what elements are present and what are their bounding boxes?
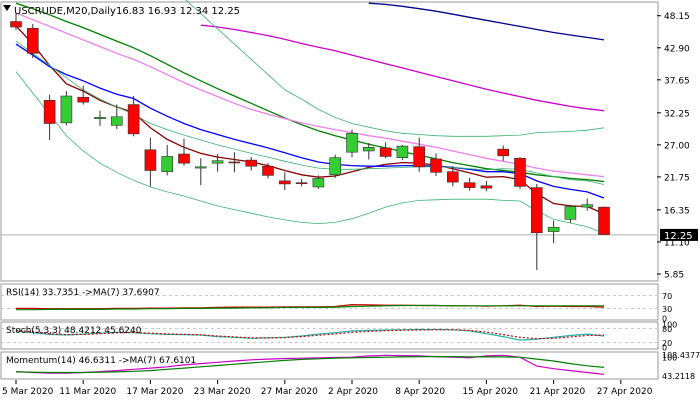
bull-candle-body — [564, 206, 577, 220]
price-chart: 48.1542.9037.6532.2527.0021.7516.3511.10… — [0, 0, 700, 400]
bear-candle-body — [598, 206, 610, 235]
bull-candle-body — [329, 157, 342, 176]
stoch-label: Stoch(5,3,3) 48.4212 45.6240 — [6, 326, 142, 336]
bear-candle-body — [178, 153, 190, 164]
x-tick-label: 2 Apr 2020 — [328, 387, 378, 397]
ohlc-readout: 16.83 16.93 12.34 12.25 — [116, 6, 240, 17]
rsi-label: RSI(14) 33.7351 ->MA(7) 37.6907 — [6, 288, 160, 298]
rsi-tick-label: 70 — [662, 292, 672, 301]
bear-candle-body — [262, 165, 274, 176]
x-tick-label: 27 Mar 2020 — [261, 387, 318, 397]
y-tick-label: 5.85 — [664, 270, 684, 280]
bear-candle-body — [480, 185, 493, 189]
bear-candle-body — [228, 161, 241, 164]
bull-candle-body — [94, 117, 106, 119]
bear-candle-body — [514, 157, 526, 187]
chart-title: USCRUDE,M20,Daily — [14, 6, 116, 17]
bear-candle-body — [446, 171, 459, 183]
y-tick-label: 32.25 — [664, 109, 690, 119]
rsi-tick-label: 30 — [662, 305, 672, 314]
x-tick-label: 11 Mar 2020 — [59, 387, 116, 397]
bull-candle-body — [60, 95, 73, 124]
x-tick-label: 5 Mar 2020 — [2, 387, 54, 397]
y-tick-label: 42.90 — [664, 44, 690, 54]
bear-candle-body — [127, 104, 140, 135]
x-tick-label: 21 Apr 2020 — [530, 387, 586, 397]
momentum-tick-label: 43.2118 — [662, 372, 695, 381]
bear-candle-body — [463, 182, 476, 188]
momentum-tick-label: 100 — [662, 354, 677, 363]
momentum-label: Momentum(14) 46.6311 ->MA(7) 67.6101 — [6, 356, 196, 366]
bull-candle-body — [161, 156, 173, 173]
bull-candle-body — [362, 146, 375, 152]
x-tick-label: 15 Apr 2020 — [462, 387, 518, 397]
y-tick-label: 48.15 — [664, 12, 690, 22]
y-tick-label: 16.35 — [664, 206, 690, 216]
bull-candle-body — [211, 160, 224, 164]
bull-candle-body — [396, 145, 409, 158]
bear-candle-body — [10, 21, 22, 28]
y-tick-label: 37.65 — [664, 76, 690, 86]
bull-candle-body — [195, 166, 207, 169]
candle — [396, 144, 409, 161]
bear-candle-body — [144, 149, 157, 171]
bear-candle-body — [430, 158, 442, 173]
bear-candle-body — [379, 147, 392, 157]
x-tick-label: 27 Apr 2020 — [597, 387, 653, 397]
candle — [26, 23, 39, 59]
bear-candle-body — [43, 99, 56, 124]
candle — [60, 91, 73, 126]
x-tick-label: 8 Apr 2020 — [395, 387, 445, 397]
bear-candle-body — [26, 27, 39, 54]
x-tick-label: 23 Mar 2020 — [194, 387, 251, 397]
bull-candle-body — [581, 204, 594, 208]
bear-candle-body — [530, 187, 543, 234]
bull-candle-body — [111, 116, 123, 126]
bear-candle-body — [413, 146, 426, 168]
bear-candle-body — [295, 182, 308, 185]
candle — [329, 154, 342, 178]
bear-candle-body — [497, 148, 510, 157]
candle — [598, 206, 610, 235]
bull-candle-body — [346, 132, 358, 153]
bear-candle-body — [77, 96, 89, 103]
last-price-label: 12.25 — [664, 231, 693, 242]
y-tick-label: 21.75 — [664, 173, 690, 183]
bull-candle-body — [312, 178, 325, 188]
y-tick-label: 27.00 — [664, 141, 690, 151]
main-panel-frame — [0, 1, 659, 282]
bull-candle-body — [547, 226, 560, 232]
bear-candle-body — [278, 180, 291, 185]
candle — [514, 157, 526, 189]
bear-candle-body — [245, 159, 257, 167]
stoch-tick-label: 80 — [662, 325, 672, 334]
x-tick-label: 17 Mar 2020 — [126, 387, 183, 397]
